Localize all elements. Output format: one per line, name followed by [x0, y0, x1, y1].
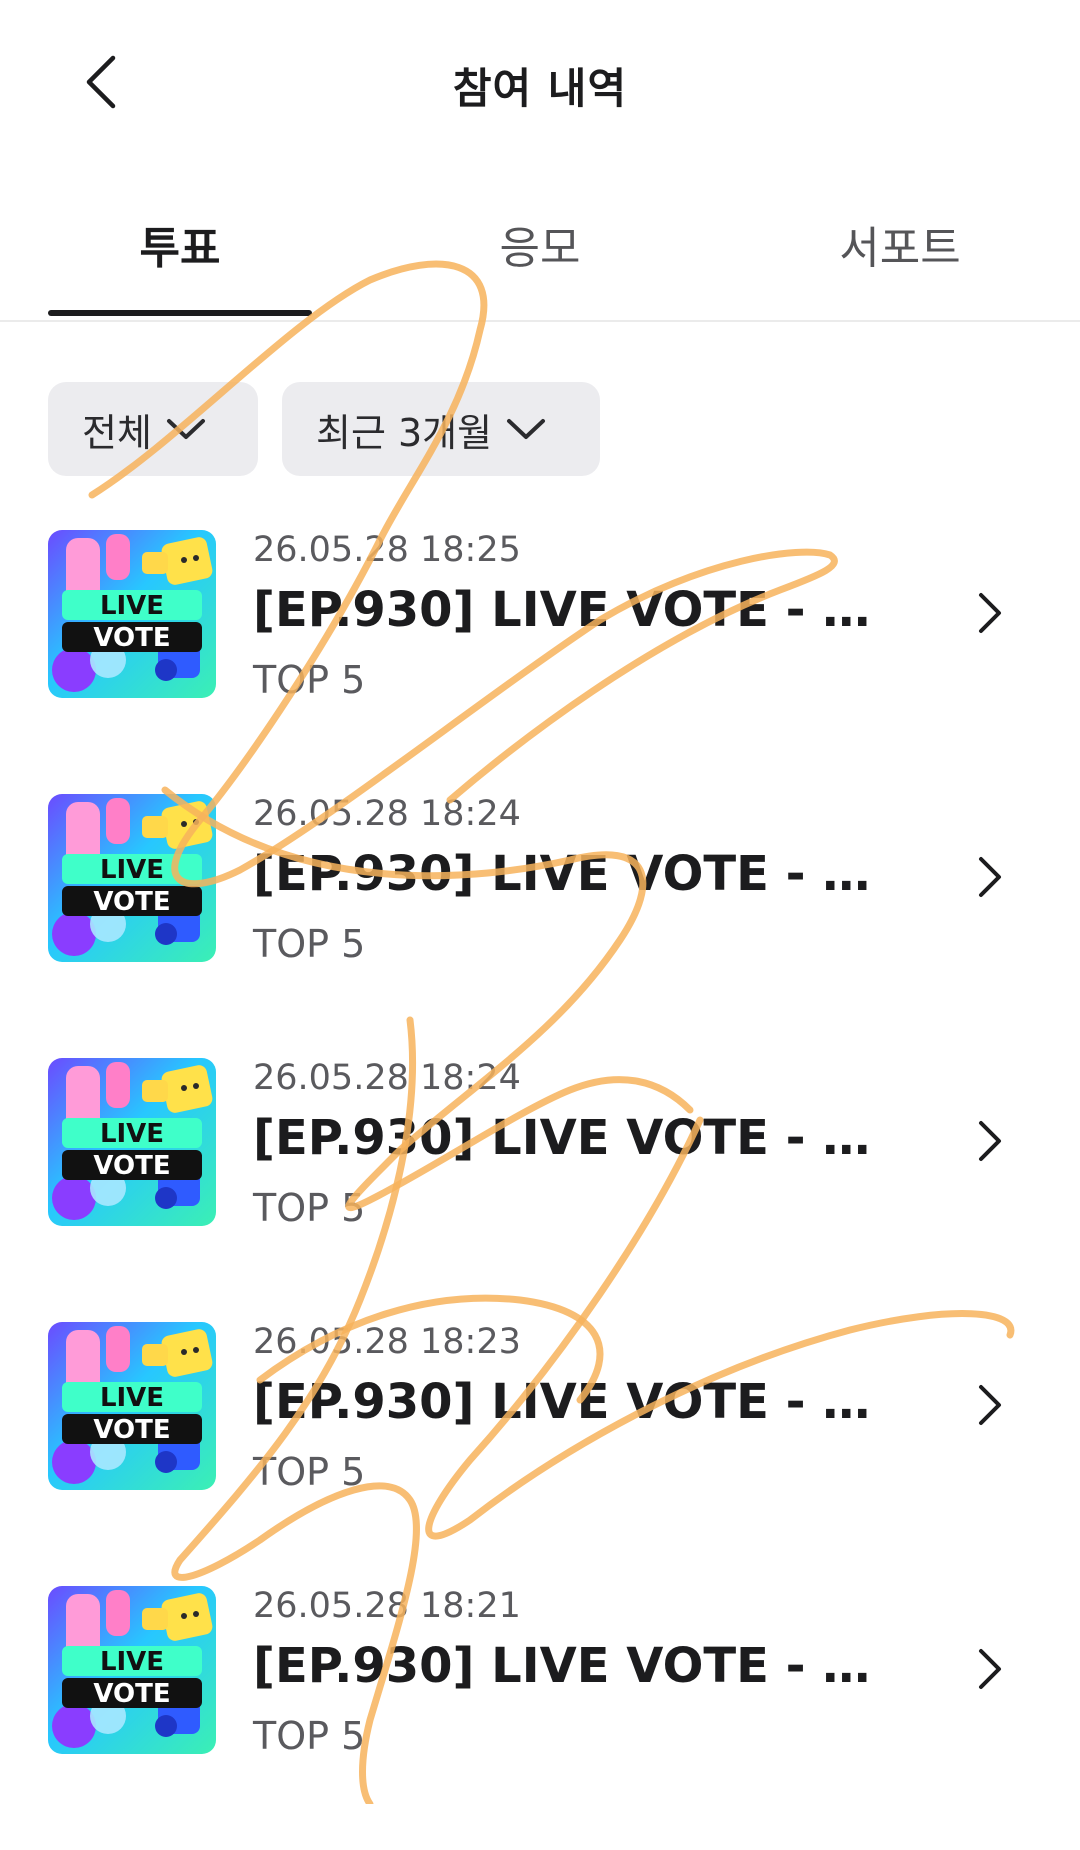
item-title: [EP.930] LIVE VOTE - M CO... [253, 582, 903, 638]
list-item[interactable]: LIVE VOTE 26.05.28 18:24 [EP.930] LIVE V… [0, 1058, 1080, 1322]
item-title: [EP.930] LIVE VOTE - M CO... [253, 1638, 903, 1694]
list-item[interactable]: LIVE VOTE 26.05.28 18:25 [EP.930] LIVE V… [0, 530, 1080, 794]
filter-period-label: 최근 3개월 [316, 410, 493, 455]
live-vote-thumbnail-image: LIVE VOTE [48, 794, 216, 962]
item-date: 26.05.28 18:24 [253, 794, 521, 834]
event-thumbnail: LIVE VOTE [48, 1322, 216, 1490]
event-thumbnail: LIVE VOTE [48, 1058, 216, 1226]
app-header: 참여 내역 [0, 0, 1080, 170]
item-date: 26.05.28 18:21 [253, 1586, 521, 1626]
item-subtitle: TOP 5 [253, 1714, 366, 1758]
item-title: [EP.930] LIVE VOTE - M CO... [253, 1374, 903, 1430]
event-thumbnail: LIVE VOTE [48, 794, 216, 962]
active-tab-indicator [48, 310, 312, 316]
chevron-down-icon [166, 417, 206, 441]
live-vote-thumbnail-image: LIVE VOTE [48, 1322, 216, 1490]
thumbnail-text-line-2: VOTE [93, 1415, 170, 1445]
chevron-right-icon [968, 1380, 1012, 1430]
item-title: [EP.930] LIVE VOTE - M CO... [253, 846, 903, 902]
list-item[interactable]: LIVE VOTE 26.05.28 18:23 [EP.930] LIVE V… [0, 1322, 1080, 1586]
live-vote-thumbnail-image: LIVE VOTE [48, 1586, 216, 1754]
chevron-right-icon [968, 1116, 1012, 1166]
chevron-right-icon [968, 588, 1012, 638]
filter-all-dropdown[interactable]: 전체 [48, 382, 258, 476]
filter-period-dropdown[interactable]: 최근 3개월 [282, 382, 600, 476]
thumbnail-text-line-2: VOTE [93, 887, 170, 917]
item-date: 26.05.28 18:23 [253, 1322, 521, 1362]
list-item[interactable]: LIVE VOTE 26.05.28 18:21 [EP.930] LIVE V… [0, 1586, 1080, 1850]
thumbnail-text-line-1: LIVE [100, 855, 164, 885]
item-subtitle: TOP 5 [253, 1186, 366, 1230]
chevron-right-icon [968, 1644, 1012, 1694]
tab-entry[interactable]: 응모 [410, 212, 670, 276]
thumbnail-text-line-2: VOTE [93, 1679, 170, 1709]
thumbnail-text-line-1: LIVE [100, 1383, 164, 1413]
chevron-right-icon [968, 852, 1012, 902]
thumbnail-text-line-1: LIVE [100, 1647, 164, 1677]
item-subtitle: TOP 5 [253, 922, 366, 966]
item-date: 26.05.28 18:24 [253, 1058, 521, 1098]
chevron-down-icon [506, 417, 546, 441]
thumbnail-text-line-2: VOTE [93, 1151, 170, 1181]
thumbnail-text-line-1: LIVE [100, 1119, 164, 1149]
filter-all-label: 전체 [82, 410, 152, 455]
live-vote-thumbnail-image: LIVE VOTE [48, 530, 216, 698]
thumbnail-text-line-1: LIVE [100, 591, 164, 621]
event-thumbnail: LIVE VOTE [48, 1586, 216, 1754]
item-date: 26.05.28 18:25 [253, 530, 521, 570]
live-vote-thumbnail-image: LIVE VOTE [48, 1058, 216, 1226]
filter-bar: 전체 최근 3개월 [48, 382, 600, 476]
item-subtitle: TOP 5 [253, 658, 366, 702]
item-title: [EP.930] LIVE VOTE - M CO... [253, 1110, 903, 1166]
thumbnail-text-line-2: VOTE [93, 623, 170, 653]
tab-support[interactable]: 서포트 [770, 212, 1030, 276]
page-title: 참여 내역 [452, 64, 628, 113]
participation-list: LIVE VOTE 26.05.28 18:25 [EP.930] LIVE V… [0, 530, 1080, 1850]
tab-bar: 투표 응모 서포트 [0, 200, 1080, 322]
item-subtitle: TOP 5 [253, 1450, 366, 1494]
list-item[interactable]: LIVE VOTE 26.05.28 18:24 [EP.930] LIVE V… [0, 794, 1080, 1058]
tab-vote[interactable]: 투표 [48, 212, 312, 276]
event-thumbnail: LIVE VOTE [48, 530, 216, 698]
